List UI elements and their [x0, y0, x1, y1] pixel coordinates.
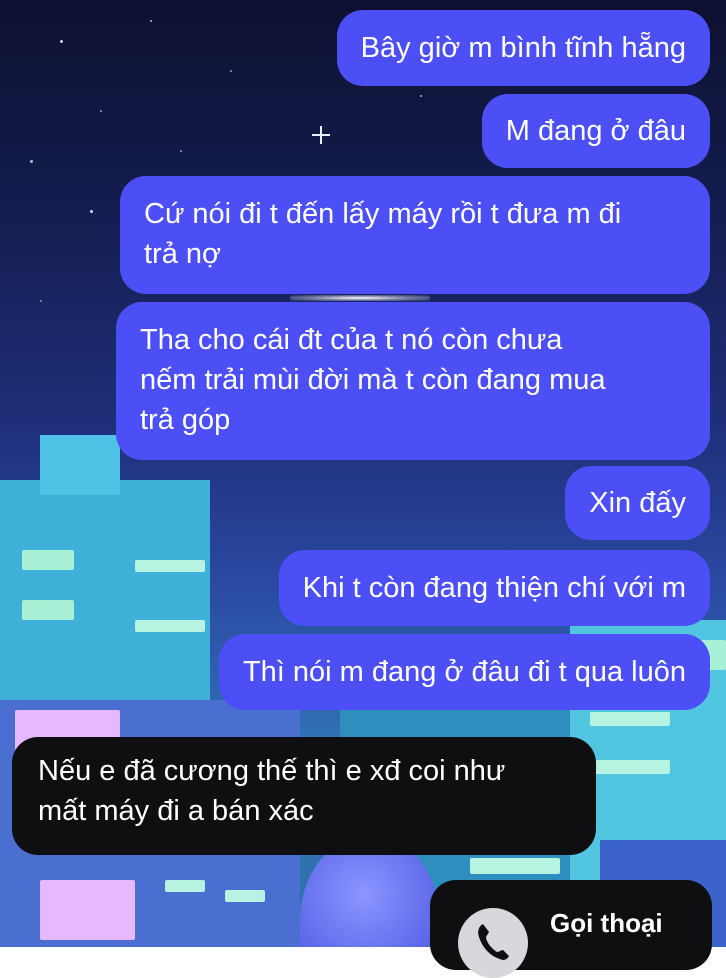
voice-call-button[interactable]: Gọi thoại: [430, 880, 712, 978]
message-text-line: nếm trải mùi đời mà t còn đang mua: [140, 364, 606, 396]
message-bubble-outgoing[interactable]: Bây giờ m bình tĩnh hẵng: [336, 10, 710, 86]
star: [230, 70, 232, 72]
message-text: Khi t còn đang thiện chí với m: [302, 572, 686, 604]
message-text-line: Nếu e đã cương thế thì e xđ coi như: [38, 755, 506, 787]
window: [590, 712, 670, 726]
call-label: Gọi thoại: [550, 908, 663, 938]
star: [100, 110, 102, 112]
message-text: Xin đấy: [589, 487, 686, 519]
message-bubble-incoming[interactable]: Nếu e đã cương thế thì e xđ coi như mất …: [12, 737, 596, 855]
window: [135, 560, 205, 572]
message-text: Thì nói m đang ở đâu đi t qua luôn: [242, 656, 686, 688]
star: [60, 40, 63, 43]
message-text-line: Cứ nói đi t đến lấy máy rồi t đưa m đi: [144, 198, 622, 230]
window: [470, 858, 560, 874]
message-text-line: Tha cho cái đt của t nó còn chưa: [140, 324, 563, 356]
window: [22, 600, 74, 620]
star: [30, 160, 33, 163]
message-bubble-outgoing[interactable]: Cứ nói đi t đến lấy máy rồi t đưa m đi t…: [120, 176, 710, 294]
window: [225, 890, 265, 902]
building: [40, 435, 120, 495]
message-text: Bây giờ m bình tĩnh hẵng: [360, 32, 686, 64]
window: [165, 880, 205, 892]
message-bubble-outgoing[interactable]: M đang ở đâu: [481, 94, 710, 168]
message-text-line: trả nợ: [144, 238, 222, 270]
star: [180, 150, 182, 152]
window: [590, 760, 670, 774]
star: [40, 300, 42, 302]
phone-icon: [458, 908, 528, 978]
star: [90, 210, 93, 213]
light-glow: [290, 295, 430, 301]
message-bubble-outgoing[interactable]: Thì nói m đang ở đâu đi t qua luôn: [218, 634, 710, 710]
star: [420, 95, 422, 97]
window: [40, 880, 135, 940]
message-bubble-outgoing[interactable]: Khi t còn đang thiện chí với m: [278, 550, 710, 626]
message-bubble-outgoing[interactable]: Xin đấy: [565, 466, 710, 540]
message-text-line: mất máy đi a bán xác: [38, 795, 314, 827]
message-text-line: trả góp: [140, 404, 231, 436]
window: [22, 550, 74, 570]
message-bubble-outgoing[interactable]: Tha cho cái đt của t nó còn chưa nếm trả…: [116, 302, 710, 460]
window: [135, 620, 205, 632]
message-text: M đang ở đâu: [505, 115, 686, 147]
star: [150, 20, 152, 22]
star: [312, 126, 330, 144]
